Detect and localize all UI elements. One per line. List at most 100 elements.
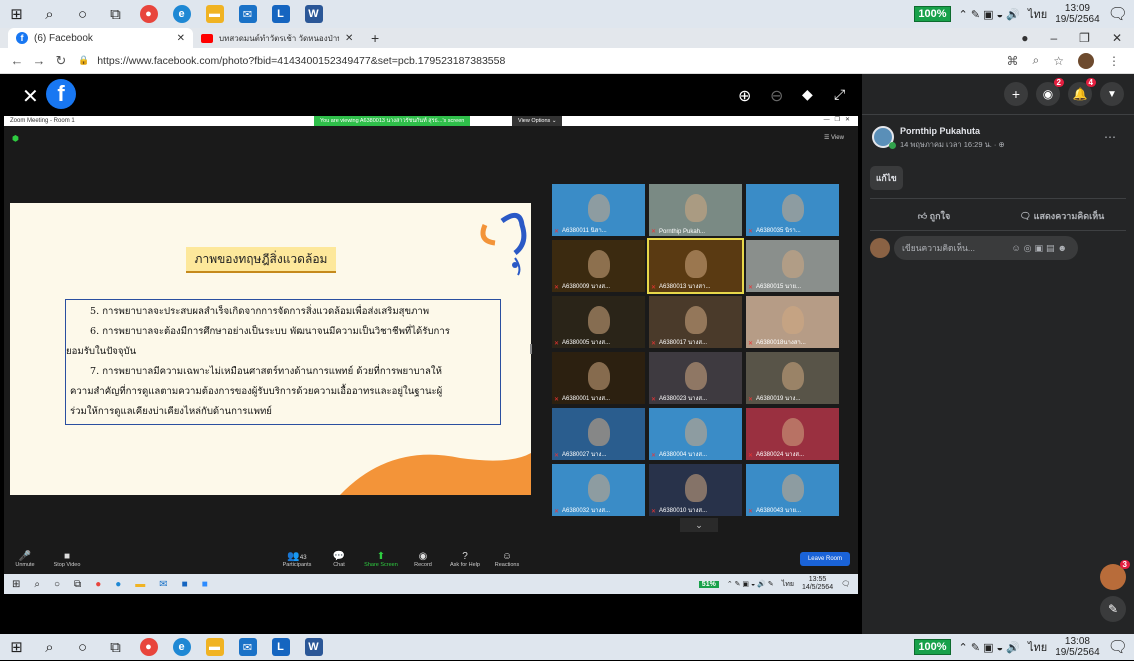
line-icon[interactable]: L: [264, 0, 297, 28]
windows-start-icon[interactable]: ⊞: [0, 0, 33, 28]
word-icon[interactable]: W: [297, 633, 330, 661]
new-message-button[interactable]: ✎: [1100, 596, 1126, 622]
zoom-in-icon[interactable]: ⊕: [738, 86, 751, 106]
participant-tile[interactable]: ✕ A6380010 นางส...: [649, 464, 742, 516]
messenger-button[interactable]: ◉ 2: [1036, 78, 1064, 106]
participant-tile[interactable]: ✕ A6380035 นิรา...: [746, 184, 839, 236]
battery-indicator[interactable]: 100%: [914, 639, 951, 655]
edge-icon[interactable]: e: [165, 0, 198, 28]
close-tab-icon[interactable]: ✕: [177, 33, 185, 44]
account-menu-button[interactable]: ▼: [1100, 82, 1124, 106]
participant-tile[interactable]: ✕ A6380015 นาย...: [746, 240, 839, 292]
close-window-icon[interactable]: ✕: [1112, 31, 1122, 45]
post-options-icon[interactable]: ⋯: [1104, 130, 1116, 144]
participant-tile[interactable]: ✕ A6380019 นาง...: [746, 352, 839, 404]
edge-icon[interactable]: e: [165, 633, 198, 661]
like-button[interactable]: 👍︎ ถูกใจ: [870, 209, 998, 223]
zoom-icon[interactable]: ⌕: [1033, 53, 1040, 68]
word-icon[interactable]: W: [297, 0, 330, 28]
forward-icon[interactable]: →: [28, 53, 50, 68]
cortana-icon[interactable]: ○: [66, 633, 99, 661]
star-icon[interactable]: ☆: [1053, 54, 1064, 68]
language-indicator[interactable]: ไทย: [1028, 638, 1047, 656]
chrome-icon[interactable]: ●: [132, 633, 165, 661]
task-view-icon[interactable]: ⧉: [99, 0, 132, 28]
notifications-button[interactable]: 🔔 4: [1068, 78, 1096, 106]
task-view-icon[interactable]: ⧉: [99, 633, 132, 661]
edit-button[interactable]: แก้ไข: [870, 166, 903, 190]
profile-avatar[interactable]: [1078, 52, 1094, 69]
participant-tile[interactable]: ✕ A6380013 นางสา...: [647, 238, 744, 294]
file-explorer-icon[interactable]: ▬: [198, 0, 231, 28]
post-author[interactable]: Pornthip Pukahuta: [900, 126, 980, 136]
participant-tile[interactable]: ✕ A6380017 นางส...: [649, 296, 742, 348]
notification-icon[interactable]: 🗨: [1108, 4, 1128, 24]
participant-tile[interactable]: ✕ A6380011 นิสา...: [552, 184, 645, 236]
file-explorer-icon[interactable]: ▬: [198, 633, 231, 661]
fullscreen-icon[interactable]: ⤢: [834, 86, 845, 103]
post-date[interactable]: 14 พฤษภาคม เวลา 16:29 น. · ⊕: [900, 139, 1005, 151]
search-icon[interactable]: ⌕: [33, 0, 66, 28]
tag-icon[interactable]: ◆: [802, 86, 813, 103]
participant-tile[interactable]: ✕ A6380001 นางส...: [552, 352, 645, 404]
url-field[interactable]: https://www.facebook.com/photo?fbid=4143…: [97, 55, 505, 67]
share-screen-button[interactable]: ⬆ Share Screen: [360, 551, 402, 568]
minimize-icon[interactable]: –: [1050, 31, 1057, 45]
unmute-button[interactable]: 🎤 Unmute: [4, 551, 46, 568]
translate-icon[interactable]: ⌘: [1007, 54, 1019, 68]
participant-tile[interactable]: ✕ Pornthip Pukah...: [649, 184, 742, 236]
tray-icons[interactable]: ⌃ ✎ ▣ ◒ 🔊: [959, 641, 1020, 654]
close-tab-icon[interactable]: ✕: [345, 33, 353, 44]
participant-tile[interactable]: ✕ A6380018นางสา...: [746, 296, 839, 348]
chat-button[interactable]: 💬 Chat: [318, 551, 360, 568]
reload-icon[interactable]: ↻: [50, 53, 72, 69]
ask-help-button[interactable]: ? Ask for Help: [444, 551, 486, 568]
notification-icon[interactable]: 🗨: [1108, 637, 1128, 657]
participant-tile[interactable]: ✕ A6380023 นางส...: [649, 352, 742, 404]
view-button[interactable]: ☰ View: [824, 134, 844, 141]
tab-youtube[interactable]: บทสวดมนต์ทำวัตรเช้า วัดหนองป่าพง ✕: [193, 28, 363, 48]
create-button[interactable]: +: [1004, 82, 1028, 106]
zoom-out-icon[interactable]: ⊖: [770, 86, 783, 106]
search-icon[interactable]: ⌕: [33, 633, 66, 661]
mail-icon[interactable]: ✉: [231, 633, 264, 661]
more-menu-icon[interactable]: ⋮: [1108, 54, 1120, 68]
participant-tile[interactable]: ✕ A6380027 นาง...: [552, 408, 645, 460]
chat-head-avatar[interactable]: 3: [1100, 560, 1130, 590]
split-handle[interactable]: [530, 344, 532, 354]
comment-input[interactable]: เขียนความคิดเห็น... ☺◎▣▤☻: [894, 236, 1078, 260]
line-icon[interactable]: L: [264, 633, 297, 661]
back-icon[interactable]: ←: [6, 53, 28, 68]
tab-search-icon[interactable]: ●: [1021, 31, 1028, 45]
view-options-button[interactable]: View Options ⌄: [512, 116, 563, 126]
close-viewer-icon[interactable]: ✕: [22, 84, 39, 109]
chrome-icon[interactable]: ●: [132, 0, 165, 28]
participants-button[interactable]: 👥43 Participants: [276, 551, 318, 568]
language-indicator[interactable]: ไทย: [1028, 5, 1047, 23]
windows-start-icon[interactable]: ⊞: [0, 633, 33, 661]
cortana-icon[interactable]: ○: [66, 0, 99, 28]
participant-tile[interactable]: ✕ A6380004 นางส...: [649, 408, 742, 460]
tray-icons[interactable]: ⌃ ✎ ▣ ◒ 🔊: [959, 8, 1020, 21]
facebook-logo-icon[interactable]: f: [46, 79, 76, 109]
battery-indicator[interactable]: 100%: [914, 6, 951, 22]
restore-icon[interactable]: ❐: [1079, 31, 1090, 45]
comment-button[interactable]: 🗨︎ แสดงความคิดเห็น: [998, 209, 1126, 223]
participant-tile[interactable]: ✕ A6380005 นางส...: [552, 296, 645, 348]
participant-tile[interactable]: ✕ A6380009 นางส...: [552, 240, 645, 292]
mail-icon[interactable]: ✉: [231, 0, 264, 28]
clock[interactable]: 13:08 19/5/2564: [1055, 636, 1100, 658]
leave-room-button[interactable]: Leave Room: [799, 552, 850, 566]
gallery-scroll-down[interactable]: ⌄: [680, 518, 718, 532]
new-tab-button[interactable]: +: [363, 28, 387, 48]
zoom-window-controls[interactable]: — ❐ ✕: [824, 116, 850, 123]
record-button[interactable]: ◉ Record: [402, 551, 444, 568]
participant-tile[interactable]: ✕ A6380024 นางส...: [746, 408, 839, 460]
comment-emoji-icons[interactable]: ☺◎▣▤☻: [1011, 243, 1070, 254]
clock[interactable]: 13:09 19/5/2564: [1055, 3, 1100, 25]
tab-facebook[interactable]: f (6) Facebook ✕: [8, 28, 193, 48]
stop-video-button[interactable]: ■ Stop Video: [46, 551, 88, 568]
participant-tile[interactable]: ✕ A6380043 นาย...: [746, 464, 839, 516]
participant-tile[interactable]: ✕ A6380032 นางส...: [552, 464, 645, 516]
reactions-button[interactable]: ☺ Reactions: [486, 551, 528, 568]
